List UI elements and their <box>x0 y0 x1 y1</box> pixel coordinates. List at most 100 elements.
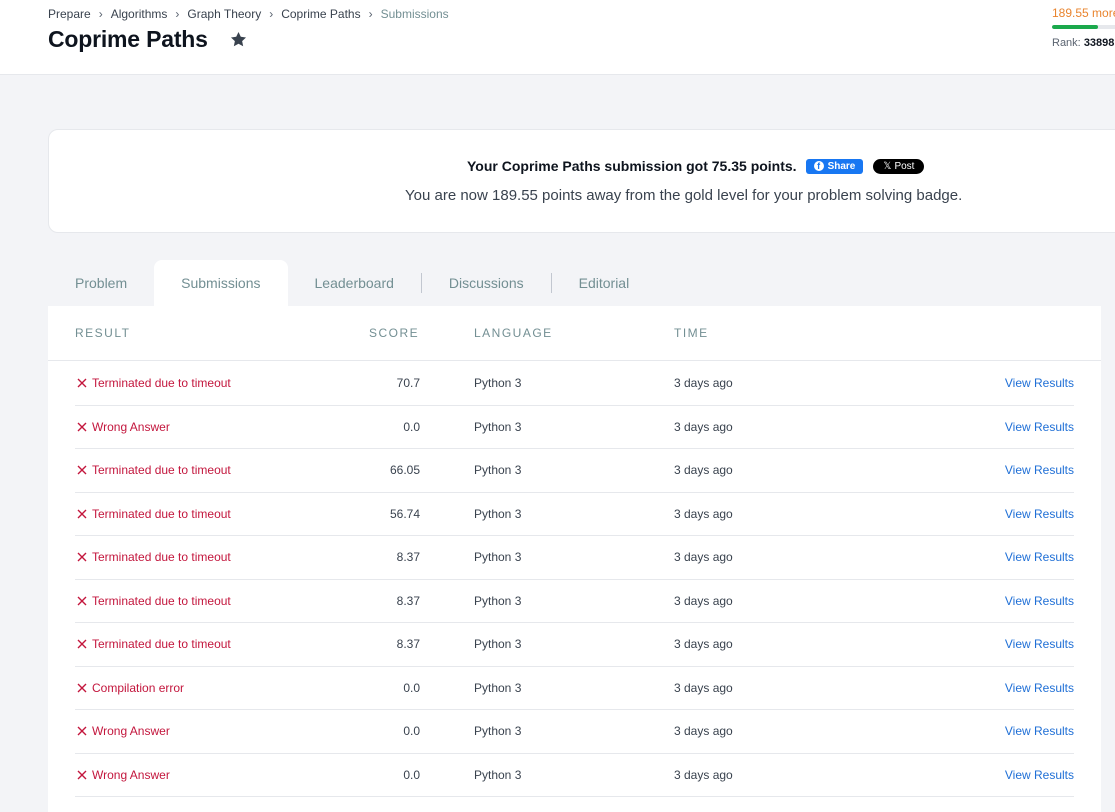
view-results-link[interactable]: View Results <box>1005 623 1074 666</box>
points-to-next-level: 189.55 more <box>1052 6 1115 20</box>
submission-result-card: Your Coprime Paths submission got 75.35 … <box>48 129 1115 233</box>
score-cell: 0.0 <box>403 767 420 782</box>
score-cell: 0.0 <box>403 724 420 739</box>
breadcrumb-prepare[interactable]: Prepare <box>48 7 91 21</box>
table-row: Terminated due to timeout 56.74 Python 3 3 … <box>75 493 1074 536</box>
result-text: Wrong Answer <box>92 419 170 434</box>
score-cell: 56.74 <box>389 506 420 521</box>
result-cell: Terminated due to timeout <box>75 493 231 536</box>
chevron-right-icon: › <box>269 7 274 21</box>
breadcrumb-algorithms[interactable]: Algorithms <box>111 7 168 21</box>
progress-bar-fill <box>1052 25 1098 29</box>
rank: Rank: 33898 <box>1052 37 1114 49</box>
x-icon <box>77 770 87 780</box>
tab-leaderboard[interactable]: Leaderboard <box>288 260 421 306</box>
time-cell: 3 days ago <box>674 550 733 565</box>
view-results-link[interactable]: View Results <box>1005 536 1074 579</box>
time-cell: 3 days ago <box>674 637 733 652</box>
chevron-right-icon: › <box>175 7 180 21</box>
table-row: Terminated due to timeout 66.05 Python 3 3 … <box>75 449 1074 493</box>
result-text: Terminated due to timeout <box>92 593 231 608</box>
result-text: Wrong Answer <box>92 767 170 782</box>
result-cell: Wrong Answer <box>75 406 170 449</box>
table-row: Wrong Answer 0.0 Python 3 3 days ago View Re… <box>75 710 1074 754</box>
view-results-link[interactable]: View Results <box>1005 667 1074 710</box>
time-cell: 3 days ago <box>674 767 733 782</box>
language-cell: Python 3 <box>474 506 522 521</box>
x-icon <box>77 596 87 606</box>
post-label: Post <box>894 160 915 172</box>
tab-discussions[interactable]: Discussions <box>422 260 551 306</box>
score-cell: 66.05 <box>389 463 420 478</box>
view-results-link[interactable]: View Results <box>1005 754 1074 797</box>
view-results-link[interactable]: View Results <box>1005 406 1074 449</box>
score-cell: 8.37 <box>396 637 420 652</box>
result-text: Terminated due to timeout <box>92 463 231 478</box>
column-header-result: RESULT <box>75 326 131 340</box>
submissions-panel: RESULT SCORE LANGUAGE TIME Terminated du… <box>48 306 1101 812</box>
result-cell: Terminated due to timeout <box>75 362 231 405</box>
facebook-share-button[interactable]: f Share <box>805 158 864 174</box>
breadcrumb-graph-theory[interactable]: Graph Theory <box>187 7 261 21</box>
x-icon <box>77 552 87 562</box>
x-icon <box>77 639 87 649</box>
result-text: Terminated due to timeout <box>92 506 231 521</box>
table-row: Terminated due to timeout 8.37 Python 3 3 d… <box>75 536 1074 580</box>
tab-submissions[interactable]: Submissions <box>154 260 288 306</box>
result-cell: Wrong Answer <box>75 754 170 797</box>
language-cell: Python 3 <box>474 680 522 695</box>
time-cell: 3 days ago <box>674 724 733 739</box>
page-title: Coprime Paths <box>48 26 208 52</box>
submission-points-line: Your Coprime Paths submission got 75.35 … <box>467 158 925 174</box>
breadcrumb-coprime-paths[interactable]: Coprime Paths <box>281 7 360 21</box>
language-cell: Python 3 <box>474 463 522 478</box>
time-cell: 3 days ago <box>674 506 733 521</box>
x-icon <box>77 509 87 519</box>
chevron-right-icon: › <box>368 7 373 21</box>
x-icon <box>77 683 87 693</box>
rank-label: Rank: <box>1052 37 1081 49</box>
result-cell: Wrong Answer <box>75 710 170 753</box>
score-cell: 0.0 <box>403 680 420 695</box>
language-cell: Python 3 <box>474 419 522 434</box>
result-cell: Terminated due to timeout <box>75 623 231 666</box>
column-header-score: SCORE <box>369 326 420 340</box>
time-cell: 3 days ago <box>674 463 733 478</box>
facebook-icon: f <box>813 161 824 171</box>
x-post-button[interactable]: 𝕏 Post <box>873 158 925 174</box>
view-results-link[interactable]: View Results <box>1005 449 1074 492</box>
time-cell: 3 days ago <box>674 419 733 434</box>
result-text: Terminated due to timeout <box>92 550 231 565</box>
result-cell: Compilation error <box>75 667 184 710</box>
table-row: Terminated due to timeout 8.37 Python 3 3 d… <box>75 623 1074 667</box>
language-cell: Python 3 <box>474 376 522 391</box>
view-results-link[interactable]: View Results <box>1005 362 1074 405</box>
breadcrumb-submissions: Submissions <box>380 7 449 21</box>
language-cell: Python 3 <box>474 550 522 565</box>
problem-tabs: Problem Submissions Leaderboard Discussi… <box>48 260 656 306</box>
x-icon <box>77 422 87 432</box>
tab-problem[interactable]: Problem <box>48 260 154 306</box>
table-row: Wrong Answer 0.0 Python 3 3 days ago View Re… <box>75 754 1074 797</box>
view-results-link[interactable]: View Results <box>1005 493 1074 536</box>
language-cell: Python 3 <box>474 724 522 739</box>
tab-editorial[interactable]: Editorial <box>552 260 657 306</box>
rank-value: 33898 <box>1083 37 1115 49</box>
language-cell: Python 3 <box>474 637 522 652</box>
time-cell: 3 days ago <box>674 593 733 608</box>
share-label: Share <box>827 160 856 172</box>
score-cell: 8.37 <box>396 550 420 565</box>
score-cell: 70.7 <box>396 376 420 391</box>
result-text: Compilation error <box>92 680 185 695</box>
score-cell: 0.0 <box>403 419 420 434</box>
result-cell: Terminated due to timeout <box>75 449 231 492</box>
star-icon[interactable] <box>229 30 248 49</box>
x-logo-icon: 𝕏 <box>883 160 892 172</box>
table-row: Wrong Answer 0.0 Python 3 3 days ago View Re… <box>75 406 1074 449</box>
view-results-link[interactable]: View Results <box>1005 580 1074 623</box>
language-cell: Python 3 <box>474 767 522 782</box>
view-results-link[interactable]: View Results <box>1005 710 1074 753</box>
x-icon <box>77 465 87 475</box>
breadcrumb: Prepare › Algorithms › Graph Theory › Co… <box>48 7 449 21</box>
chevron-right-icon: › <box>98 7 103 21</box>
